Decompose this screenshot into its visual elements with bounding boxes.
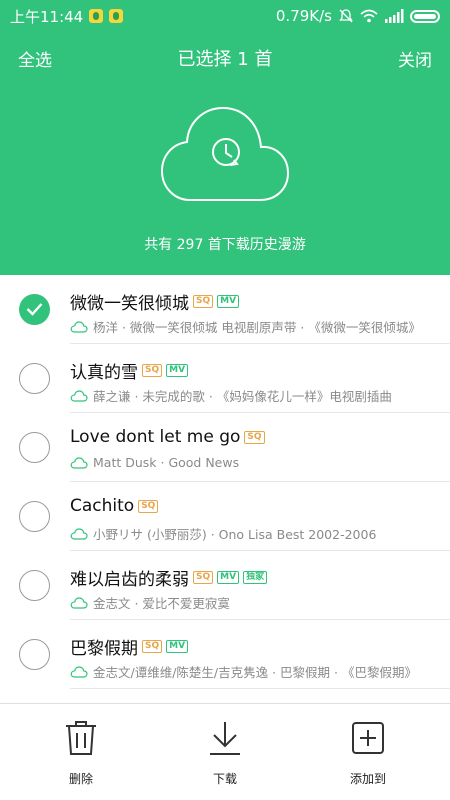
notification-icon [89,9,104,23]
download-label: 下载 [212,772,237,786]
song-subtitle: 金志文/谭维维/陈楚生/吉克隽逸 · 巴黎假期 · 《巴黎假期》 [93,665,417,680]
song-subtitle: 杨洋 · 微微一笑很倾城 电视剧原声带 · 《微微一笑很倾城》 [93,320,421,335]
song-title: Cachito [70,496,135,516]
sq-tag: SQ [142,640,163,653]
sq-tag: SQ [193,571,214,584]
song-title-row: 巴黎假期 SQ MV [70,634,189,659]
battery-icon [410,9,440,23]
song-subtitle: 金志文 · 爱比不爱更寂寞 [93,596,230,611]
select-all-button[interactable]: 全选 [18,46,52,71]
cloud-icon [70,527,88,540]
cloud-icon [70,596,88,609]
checkbox[interactable] [19,639,50,670]
wifi-icon [360,9,378,23]
close-button[interactable]: 关闭 [398,46,432,71]
bottom-action-bar: 删除 下载 添加到 [0,703,450,800]
checkbox[interactable] [19,432,50,463]
mv-tag: MV [217,571,240,584]
song-row[interactable]: Love dont let me go SQ Matt Dusk · Good … [0,413,450,482]
song-list: 微微一笑很倾城 SQ MV 杨洋 · 微微一笑很倾城 电视剧原声带 · 《微微一… [0,275,450,689]
song-title-row: 微微一笑很倾城 SQ MV [70,289,240,314]
song-title-row: 认真的雪 SQ MV [70,358,189,383]
sq-tag: SQ [142,364,163,377]
song-title: Love dont let me go [70,427,241,447]
mv-tag: MV [166,640,189,653]
song-row[interactable]: 难以启齿的柔弱 SQ MV 独家 金志文 · 爱比不爱更寂寞 [0,551,450,620]
mv-tag: MV [166,364,189,377]
sq-tag: SQ [244,430,265,444]
song-title-row: 难以启齿的柔弱 SQ MV 独家 [70,565,268,590]
song-subtitle-row: 金志文/谭维维/陈楚生/吉克隽逸 · 巴黎假期 · 《巴黎假期》 [70,662,432,681]
song-row[interactable]: Cachito SQ 小野リサ (小野丽莎) · Ono Lisa Best 2… [0,482,450,551]
page-title: 已选择 1 首 [177,49,273,70]
checkbox-checked[interactable] [19,294,50,325]
network-speed: 0.79K/s [275,7,332,25]
song-subtitle: 薛之谦 · 未完成的歌 · 《妈妈像花儿一样》电视剧插曲 [93,389,392,404]
trash-icon [66,721,96,755]
song-subtitle: 小野リサ (小野丽莎) · Ono Lisa Best 2002-2006 [93,527,377,542]
song-row[interactable]: 巴黎假期 SQ MV 金志文/谭维维/陈楚生/吉克隽逸 · 巴黎假期 · 《巴黎… [0,620,450,689]
mute-bell-icon [339,9,353,23]
song-subtitle: Matt Dusk · Good News [93,455,240,470]
cloud-icon [70,320,88,333]
song-title: 难以启齿的柔弱 [70,570,189,590]
exclusive-tag: 独家 [243,571,268,584]
cloud-icon [70,389,88,402]
download-icon [210,722,240,755]
song-title: 认真的雪 [70,363,138,383]
checkbox[interactable] [19,501,50,532]
history-count[interactable]: 共有 297 首下载历史漫游 [0,234,450,254]
delete-button[interactable]: 删除 [36,720,126,787]
delete-label: 删除 [68,772,93,786]
sq-tag: SQ [138,499,159,513]
song-subtitle-row: 小野リサ (小野丽莎) · Ono Lisa Best 2002-2006 [70,524,432,543]
sq-tag: SQ [193,295,214,308]
song-subtitle-row: 薛之谦 · 未完成的歌 · 《妈妈像花儿一样》电视剧插曲 [70,386,432,405]
song-row[interactable]: 微微一笑很倾城 SQ MV 杨洋 · 微微一笑很倾城 电视剧原声带 · 《微微一… [0,275,450,344]
song-title-row: Cachito SQ [70,496,159,516]
add-box-icon [352,722,384,754]
song-subtitle-row: Matt Dusk · Good News [70,455,432,470]
status-time: 上午11:44 [10,7,84,26]
checkmark-icon [26,303,43,316]
checkbox[interactable] [19,570,50,601]
song-title-row: Love dont let me go SQ [70,427,265,447]
add-to-label: 添加到 [349,772,386,786]
add-to-button[interactable]: 添加到 [323,720,413,787]
song-subtitle-row: 杨洋 · 微微一笑很倾城 电视剧原声带 · 《微微一笑很倾城》 [70,317,432,336]
song-title: 微微一笑很倾城 [70,294,189,314]
title-bar: 全选 已选择 1 首 关闭 [0,40,450,76]
song-row[interactable]: 认真的雪 SQ MV 薛之谦 · 未完成的歌 · 《妈妈像花儿一样》电视剧插曲 [0,344,450,413]
download-button[interactable]: 下载 [180,720,270,787]
clock-cloud-icon [160,106,290,201]
selection-header: 上午11:44 0.79K/s 全选 已选择 1 首 关闭 共有 297 首下载… [0,0,450,275]
signal-icon [385,9,404,23]
mv-tag: MV [217,295,240,308]
cloud-icon [70,665,88,678]
notification-icon [109,9,124,23]
cloud-icon [70,456,88,469]
song-title: 巴黎假期 [70,639,138,659]
song-subtitle-row: 金志文 · 爱比不爱更寂寞 [70,593,432,612]
checkbox[interactable] [19,363,50,394]
status-bar: 上午11:44 0.79K/s [0,0,450,32]
